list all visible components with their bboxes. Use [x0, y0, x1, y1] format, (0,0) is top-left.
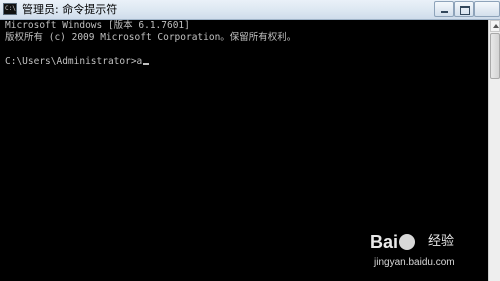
- baidu-jingyan-watermark: Bai 经验 jingyan.baidu.com: [370, 229, 470, 275]
- cmd-app-icon[interactable]: C:\: [3, 3, 17, 15]
- window-title: 管理员: 命令提示符: [22, 3, 118, 16]
- paw-icon: [399, 234, 416, 250]
- console-line: 版权所有 (c) 2009 Microsoft Corporation。保留所有…: [5, 32, 297, 43]
- close-button[interactable]: [474, 1, 500, 17]
- baidu-logo-text: Bai: [370, 232, 399, 252]
- maximize-button[interactable]: [454, 1, 474, 17]
- jingyan-label: 经验: [428, 234, 455, 249]
- window-controls: [434, 0, 500, 19]
- prompt-text: C:\Users\Administrator>a: [5, 56, 143, 67]
- vertical-scrollbar[interactable]: [488, 20, 500, 281]
- scroll-thumb[interactable]: [490, 33, 500, 79]
- minimize-button[interactable]: [434, 1, 454, 17]
- cmd-app-icon-glyph: C:\: [5, 5, 16, 12]
- console-prompt-line: C:\Users\Administrator>a: [5, 56, 150, 68]
- baidu-logo: Bai: [370, 231, 416, 253]
- watermark-url: jingyan.baidu.com: [374, 257, 455, 268]
- title-bar[interactable]: C:\ 管理员: 命令提示符: [0, 0, 500, 20]
- console-line: Microsoft Windows [版本 6.1.7601]: [5, 20, 190, 31]
- text-cursor: [143, 63, 150, 65]
- cmd-window: C:\ 管理员: 命令提示符 Microsoft Windows [版本 6.1…: [0, 0, 500, 281]
- scroll-up-arrow-icon[interactable]: [490, 20, 500, 32]
